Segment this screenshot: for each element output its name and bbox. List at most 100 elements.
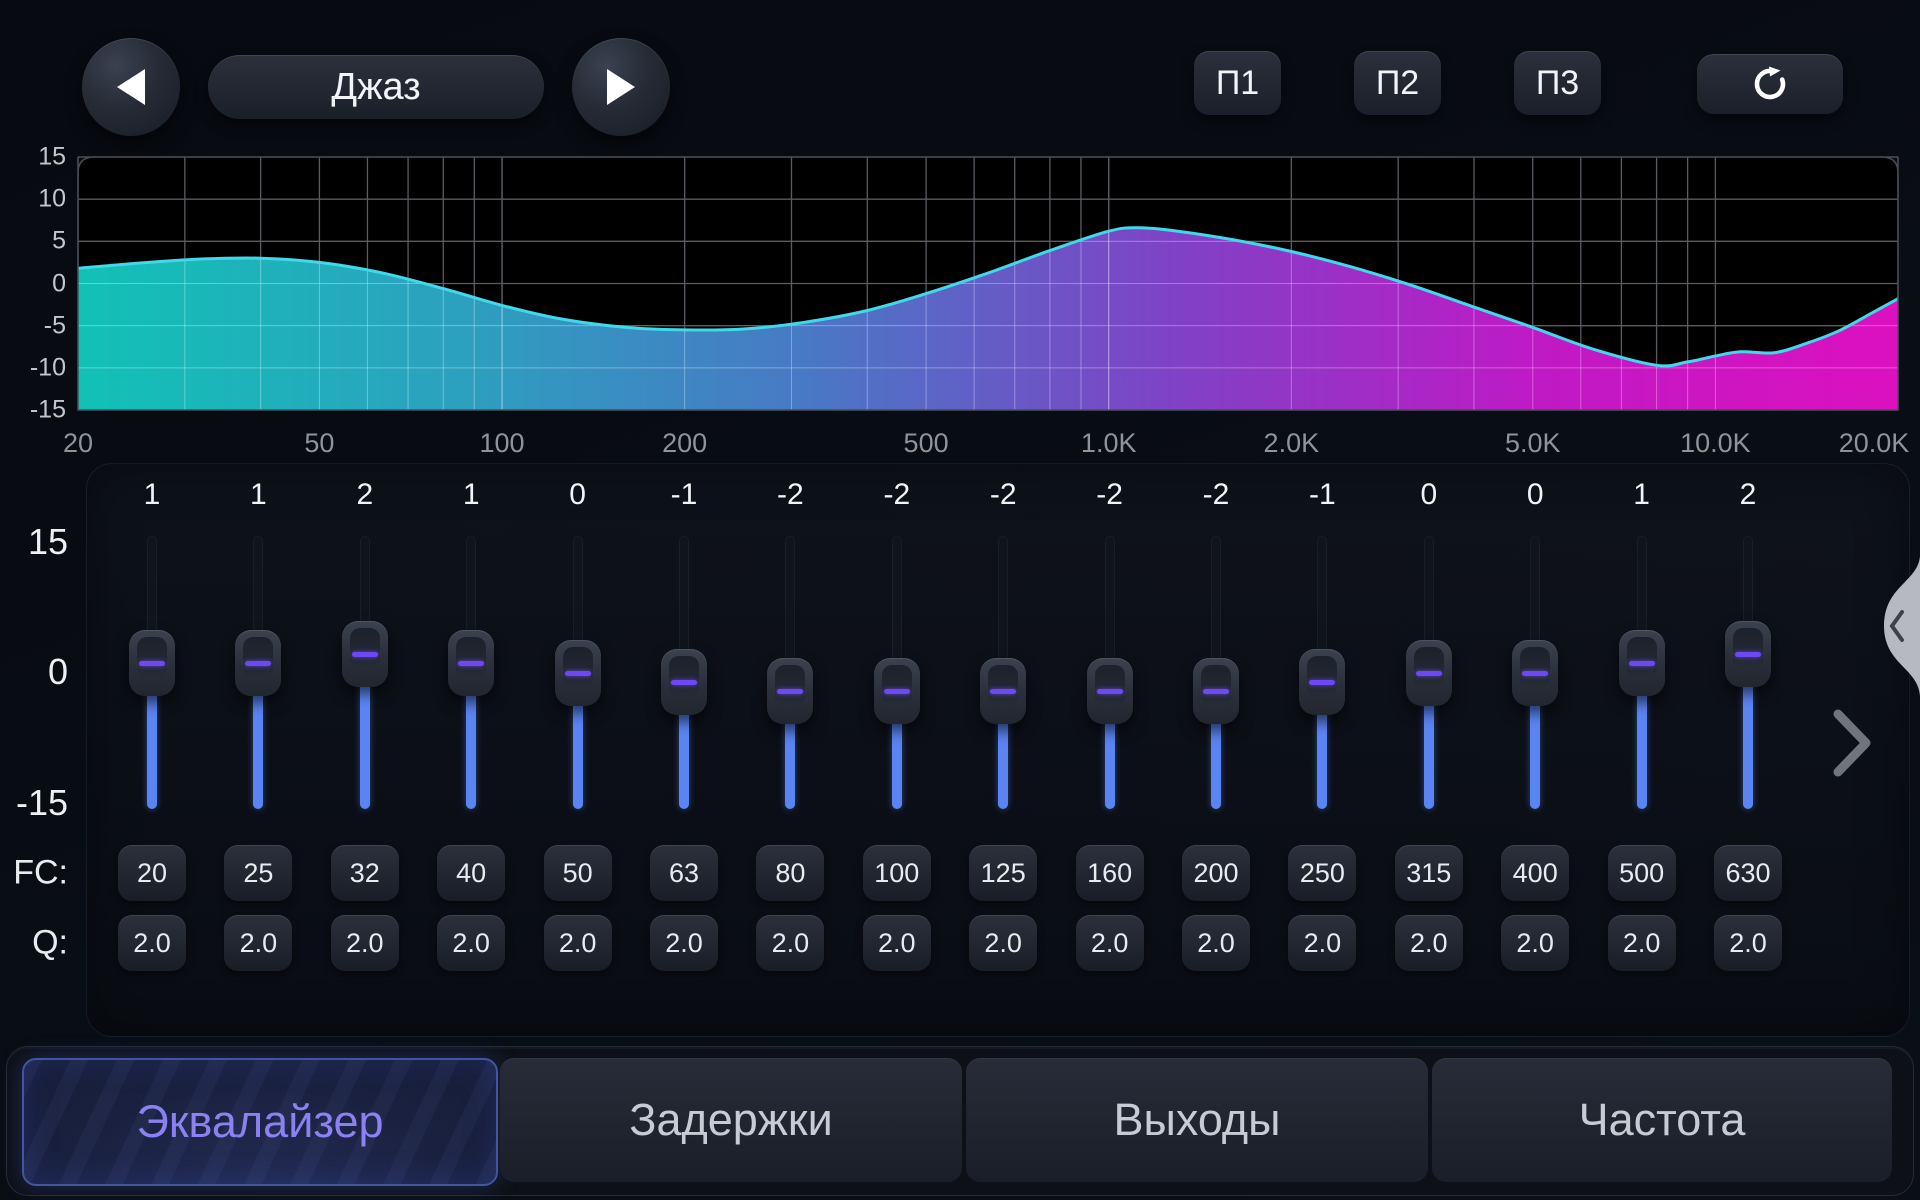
thumb-inner (1307, 656, 1337, 698)
thumb-inner (1627, 637, 1657, 679)
thumb-inner (669, 656, 699, 698)
thumb-inner (350, 628, 380, 670)
thumb-dash-icon (245, 661, 271, 666)
thumb-dash-icon (1629, 661, 1655, 666)
band-fc-button[interactable]: 40 (437, 845, 505, 901)
thumb-dash-icon (1309, 680, 1335, 685)
slider-thumb[interactable] (874, 658, 920, 724)
tab-frequency-label: Частота (1579, 1094, 1746, 1146)
slider-thumb[interactable] (1619, 630, 1665, 696)
band-gain-value: 1 (429, 478, 513, 512)
band-gain-value: 0 (1387, 478, 1471, 512)
thumb-dash-icon (1522, 671, 1548, 676)
thumb-inner (988, 665, 1018, 707)
thumb-inner (1733, 628, 1763, 670)
band-fc-button[interactable]: 32 (331, 845, 399, 901)
thumb-dash-icon (990, 689, 1016, 694)
band-fc-button[interactable]: 630 (1714, 845, 1782, 901)
band-q-button[interactable]: 2.0 (437, 915, 505, 971)
band-fc-button[interactable]: 250 (1288, 845, 1356, 901)
band-fc-button[interactable]: 100 (863, 845, 931, 901)
thumb-dash-icon (1735, 652, 1761, 657)
band-fc-button[interactable]: 63 (650, 845, 718, 901)
band-q-button[interactable]: 2.0 (1501, 915, 1569, 971)
slider-thumb[interactable] (1512, 640, 1558, 706)
band-q-button[interactable]: 2.0 (331, 915, 399, 971)
slider-thumb[interactable] (235, 630, 281, 696)
thumb-dash-icon (458, 661, 484, 666)
thumb-inner (1201, 665, 1231, 707)
band-gain-value: 1 (216, 478, 300, 512)
band-q-button[interactable]: 2.0 (650, 915, 718, 971)
slider-thumb[interactable] (448, 630, 494, 696)
thumb-inner (1414, 647, 1444, 689)
band-fc-button[interactable]: 500 (1608, 845, 1676, 901)
tab-equalizer-label: Эквалайзер (136, 1096, 383, 1148)
band-q-button[interactable]: 2.0 (1076, 915, 1144, 971)
band-q-button[interactable]: 2.0 (544, 915, 612, 971)
thumb-inner (243, 637, 273, 679)
band-gain-value: -2 (961, 478, 1045, 512)
band-gain-value: 0 (1493, 478, 1577, 512)
chevron-right-icon (1838, 714, 1866, 772)
slider-thumb[interactable] (1087, 658, 1133, 724)
slider-thumb[interactable] (1299, 649, 1345, 715)
slider-thumb[interactable] (661, 649, 707, 715)
slider-thumb[interactable] (1193, 658, 1239, 724)
thumb-inner (563, 647, 593, 689)
next-bands-button[interactable] (1826, 706, 1878, 780)
thumb-dash-icon (671, 680, 697, 685)
thumb-dash-icon (884, 689, 910, 694)
band-q-button[interactable]: 2.0 (863, 915, 931, 971)
band-q-button[interactable]: 2.0 (1182, 915, 1250, 971)
band-gain-value: 1 (1600, 478, 1684, 512)
slider-thumb[interactable] (1725, 621, 1771, 687)
slider-thumb[interactable] (342, 621, 388, 687)
band-gain-value: 0 (536, 478, 620, 512)
band-q-button[interactable]: 2.0 (1395, 915, 1463, 971)
thumb-inner (456, 637, 486, 679)
slider-thumb[interactable] (129, 630, 175, 696)
band-fc-button[interactable]: 160 (1076, 845, 1144, 901)
slider-thumb[interactable] (555, 640, 601, 706)
tab-equalizer[interactable]: Эквалайзер (22, 1058, 498, 1186)
band-gain-value: 1 (110, 478, 194, 512)
slider-thumb[interactable] (980, 658, 1026, 724)
band-fc-button[interactable]: 80 (756, 845, 824, 901)
thumb-dash-icon (1203, 689, 1229, 694)
thumb-inner (1095, 665, 1125, 707)
band-fc-button[interactable]: 315 (1395, 845, 1463, 901)
slider-thumb[interactable] (1406, 640, 1452, 706)
band-q-button[interactable]: 2.0 (1608, 915, 1676, 971)
band-fc-button[interactable]: 125 (969, 845, 1037, 901)
band-q-button[interactable]: 2.0 (969, 915, 1037, 971)
tab-delays-label: Задержки (629, 1094, 832, 1146)
band-gain-value: 2 (323, 478, 407, 512)
band-gain-value: -2 (1174, 478, 1258, 512)
band-fc-button[interactable]: 25 (224, 845, 292, 901)
drawer-handle[interactable] (1860, 552, 1920, 700)
band-q-button[interactable]: 2.0 (224, 915, 292, 971)
thumb-inner (137, 637, 167, 679)
band-gain-value: -1 (1280, 478, 1364, 512)
band-fc-button[interactable]: 50 (544, 845, 612, 901)
band-q-button[interactable]: 2.0 (1288, 915, 1356, 971)
tab-outputs[interactable]: Выходы (966, 1058, 1428, 1182)
thumb-dash-icon (565, 671, 591, 676)
tab-frequency[interactable]: Частота (1432, 1058, 1892, 1182)
band-q-button[interactable]: 2.0 (118, 915, 186, 971)
band-fc-button[interactable]: 400 (1501, 845, 1569, 901)
band-gain-value: -2 (748, 478, 832, 512)
band-fc-button[interactable]: 20 (118, 845, 186, 901)
thumb-dash-icon (1416, 671, 1442, 676)
slider-thumb[interactable] (767, 658, 813, 724)
band-q-button[interactable]: 2.0 (1714, 915, 1782, 971)
tab-delays[interactable]: Задержки (500, 1058, 962, 1182)
equalizer-screen: Джаз П1 П2 П3 151050-5-10-15205010020050… (0, 0, 1920, 1200)
band-q-button[interactable]: 2.0 (756, 915, 824, 971)
thumb-dash-icon (352, 652, 378, 657)
thumb-inner (882, 665, 912, 707)
band-fc-button[interactable]: 200 (1182, 845, 1250, 901)
thumb-dash-icon (139, 661, 165, 666)
band-gain-value: -1 (642, 478, 726, 512)
